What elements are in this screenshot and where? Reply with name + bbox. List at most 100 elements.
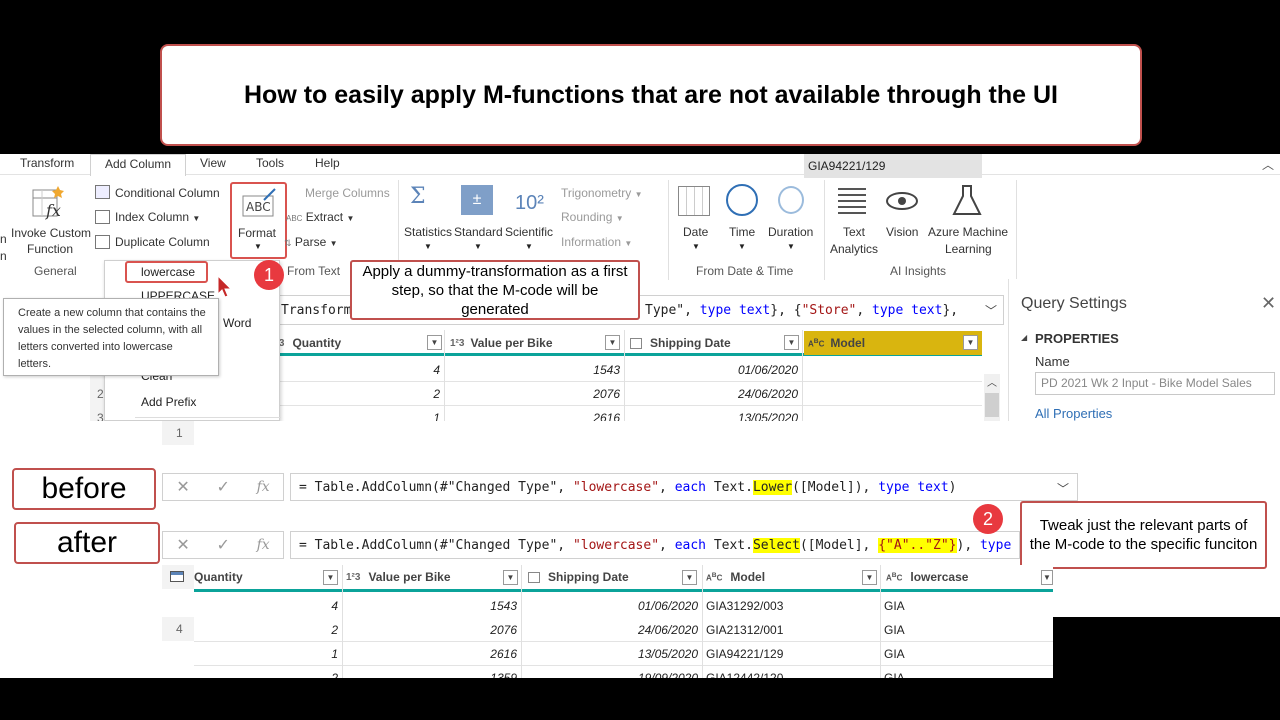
table-cell[interactable]: 4: [194, 599, 338, 613]
information-button[interactable]: Information ▼: [561, 235, 632, 249]
cancel-x-icon[interactable]: ✕: [176, 535, 189, 555]
column-header-quantity[interactable]: 1²3Quantity: [270, 331, 444, 355]
table-menu-icon[interactable]: [162, 565, 194, 589]
table-cell[interactable]: 2616: [344, 647, 517, 661]
expand-formula-chevron-icon[interactable]: ﹀: [1057, 480, 1069, 497]
table-cell[interactable]: 2: [194, 623, 338, 637]
confirm-check-icon[interactable]: ✓: [216, 477, 229, 497]
table-cell[interactable]: GIA12442/120: [706, 671, 878, 678]
table-cell[interactable]: 2616: [446, 411, 620, 421]
filter-dropdown-icon[interactable]: ▼: [503, 570, 518, 585]
table-cell[interactable]: GIA: [884, 647, 1051, 661]
menu-item-capitalize-word[interactable]: Word: [223, 316, 251, 330]
table-cell[interactable]: 2: [194, 671, 338, 678]
cancel-x-icon[interactable]: ✕: [176, 477, 189, 497]
table-cell[interactable]: GIA: [884, 671, 1051, 678]
column-header-value-per-bike[interactable]: 1²3 Value per Bike: [450, 331, 624, 355]
table-cell[interactable]: GIA94221/129: [706, 647, 878, 661]
table-cell[interactable]: 24/06/2020: [626, 387, 798, 401]
fx-icon[interactable]: fx: [257, 537, 270, 553]
all-properties-link[interactable]: All Properties: [1035, 406, 1112, 421]
table-cell[interactable]: 24/06/2020: [523, 623, 698, 637]
table-cell[interactable]: GIA31292/003: [706, 599, 878, 613]
column-header-value-per-bike[interactable]: 1²3 Value per Bike: [346, 565, 522, 589]
date-button[interactable]: Date: [683, 225, 708, 239]
trigonometry-button[interactable]: Trigonometry ▼: [561, 186, 643, 200]
filter-dropdown-icon[interactable]: ▼: [682, 570, 697, 585]
scientific-button[interactable]: Scientific: [505, 225, 553, 239]
formula-bar-after[interactable]: = Table.AddColumn(#"Changed Type", "lowe…: [290, 531, 1020, 559]
table-cell[interactable]: 13/05/2020: [523, 647, 698, 661]
column-header-lowercase[interactable]: ABC lowercase: [886, 565, 1053, 589]
after-label: after: [14, 522, 160, 564]
filter-dropdown-icon[interactable]: ▼: [427, 335, 442, 350]
column-divider: [444, 330, 445, 421]
column-header-quantity[interactable]: Quantity: [194, 565, 342, 589]
table-cell[interactable]: 2076: [344, 623, 517, 637]
tab-view[interactable]: View: [200, 156, 226, 170]
table-cell[interactable]: 2076: [446, 387, 620, 401]
rounding-button[interactable]: Rounding ▼: [561, 210, 624, 224]
index-column-button[interactable]: Index Column ▼: [115, 210, 200, 224]
row-number: 2: [97, 387, 104, 401]
table-cell[interactable]: 1: [194, 647, 338, 661]
menu-item-lowercase[interactable]: lowercase: [125, 261, 208, 283]
column-header-shipping-date[interactable]: Shipping Date: [528, 565, 704, 589]
tab-add-column[interactable]: Add Column: [90, 154, 187, 176]
filter-dropdown-icon[interactable]: ▼: [605, 335, 620, 350]
column-header-shipping-date[interactable]: Shipping Date: [630, 331, 804, 355]
text-analytics-button[interactable]: Text: [843, 225, 865, 239]
menu-item-add-prefix[interactable]: Add Prefix: [141, 395, 196, 409]
column-header-model[interactable]: ABC Model: [706, 565, 880, 589]
table-cell[interactable]: GIA21312/001: [706, 623, 878, 637]
vertical-scrollbar[interactable]: ︿: [984, 374, 1000, 421]
table-cell[interactable]: 01/06/2020: [626, 363, 798, 377]
column-divider: [702, 617, 703, 678]
table-cell[interactable]: 13/05/2020: [626, 411, 798, 421]
table-cell[interactable]: 2: [280, 387, 440, 401]
filter-dropdown-icon[interactable]: ▼: [323, 570, 338, 585]
duration-button[interactable]: Duration: [768, 225, 813, 239]
extract-button[interactable]: ABC Extract ▼: [286, 210, 354, 224]
table-cell[interactable]: 4: [280, 363, 440, 377]
svg-text:ABC: ABC: [246, 200, 271, 214]
column-header-model[interactable]: ABC Model: [804, 331, 982, 355]
filter-dropdown-icon[interactable]: ▼: [784, 335, 799, 350]
fx-icon[interactable]: fx: [257, 479, 270, 495]
duplicate-column-button[interactable]: Duplicate Column: [115, 235, 210, 249]
filter-dropdown-icon[interactable]: ▼: [862, 570, 877, 585]
table-cell[interactable]: 1543: [446, 363, 620, 377]
invoke-custom-function-icon[interactable]: fx: [30, 184, 68, 220]
table-cell[interactable]: 1: [280, 411, 440, 421]
collapse-triangle-icon[interactable]: ◢: [1021, 333, 1027, 342]
filter-dropdown-icon[interactable]: ▼: [1041, 570, 1053, 585]
table-cell[interactable]: 19/09/2020: [523, 671, 698, 678]
text-analytics-label-2: Analytics: [830, 242, 879, 256]
query-name-input[interactable]: PD 2021 Wk 2 Input - Bike Model Sales: [1035, 372, 1275, 395]
collapse-ribbon-icon[interactable]: ︿: [1262, 156, 1274, 173]
table-cell[interactable]: 1359: [344, 671, 517, 678]
tab-tools[interactable]: Tools: [256, 156, 284, 170]
format-button[interactable]: ABC Format ▼: [230, 182, 287, 259]
table-cell[interactable]: GIA: [884, 599, 1051, 613]
time-button[interactable]: Time: [729, 225, 755, 239]
table-cell[interactable]: 01/06/2020: [523, 599, 698, 613]
column-divider: [702, 565, 703, 617]
vision-button[interactable]: Vision: [886, 225, 918, 239]
standard-button[interactable]: Standard: [454, 225, 503, 239]
tab-transform[interactable]: Transform: [20, 156, 74, 170]
table-cell[interactable]: GIA: [884, 623, 1051, 637]
azure-machine-learning-button[interactable]: Azure Machine: [928, 225, 1008, 239]
close-icon[interactable]: ✕: [1261, 293, 1276, 314]
formula-bar-before[interactable]: = Table.AddColumn(#"Changed Type", "lowe…: [290, 473, 1078, 501]
tab-help[interactable]: Help: [315, 156, 340, 170]
conditional-column-button[interactable]: Conditional Column: [115, 186, 220, 200]
parse-button[interactable]: ⇅ Parse ▼: [284, 235, 338, 249]
statistics-button[interactable]: Statistics: [404, 225, 452, 239]
expand-formula-chevron-icon[interactable]: ﹀: [985, 302, 997, 319]
filter-dropdown-icon[interactable]: ▼: [963, 335, 978, 350]
table-cell[interactable]: GIA94221/129: [804, 154, 982, 178]
confirm-check-icon[interactable]: ✓: [216, 535, 229, 555]
table-cell[interactable]: 1543: [344, 599, 517, 613]
merge-columns-button[interactable]: Merge Columns: [305, 186, 390, 200]
